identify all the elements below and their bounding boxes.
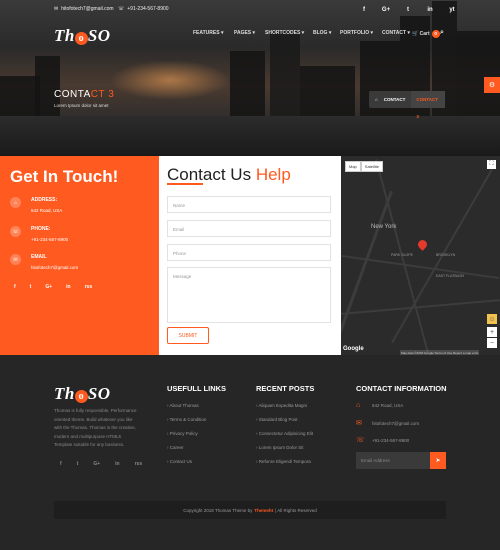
submit-button[interactable]: SUBMIT	[167, 327, 209, 344]
phone-icon: ☏	[356, 437, 365, 444]
zoom-in-button[interactable]: +	[487, 327, 497, 337]
nav-portfolio[interactable]: PORTFOLIO ▾	[340, 30, 373, 36]
facebook-icon[interactable]: f	[14, 284, 16, 290]
recent-post-link[interactable]: › Lorem Ipsum Dolor Sit	[256, 445, 304, 450]
theme-author-link[interactable]: Themeht	[254, 508, 273, 513]
rss-icon[interactable]: rss	[135, 461, 143, 467]
linkedin-icon[interactable]: in	[115, 461, 119, 467]
page-subtitle: Lorem Ipsum dolor sit amet	[54, 103, 109, 108]
footer-phone: ☏ +91-234-567-8900	[356, 437, 410, 444]
footer-email[interactable]: ✉ hitofotech7@gmail.com	[356, 419, 419, 427]
location-icon: ⌂	[356, 402, 361, 409]
youtube-icon[interactable]: yt	[446, 4, 458, 16]
useful-links-heading: USEFULL LINKS	[167, 384, 227, 393]
email-field[interactable]: Email	[167, 220, 331, 237]
contact-info-heading: CONTACT INFORMATION	[356, 384, 447, 393]
recent-post-link[interactable]: › Standard Blog Post	[256, 417, 298, 422]
footer-link[interactable]: › Terms & Condition	[167, 417, 206, 422]
map-panel[interactable]: Map Satellite ⛶ New York PARK SLOPE BROO…	[341, 156, 500, 355]
newsletter-email-input[interactable]: Email Address	[356, 452, 430, 469]
google-plus-icon[interactable]: G+	[93, 461, 100, 467]
heading-underline	[167, 183, 203, 185]
phone-field[interactable]: Phone	[167, 244, 331, 261]
zoom-out-button[interactable]: −	[487, 338, 497, 348]
recent-posts-heading: RECENT POSTS	[256, 384, 315, 393]
touch-email: ✉ EMAIL hitofotech7@gmail.com	[10, 254, 78, 270]
nav-blog[interactable]: BLOG ▾	[313, 30, 331, 36]
top-bar: ✉ hitofotech7@gmail.com ☏ +91-234-567-89…	[0, 0, 500, 20]
linkedin-icon[interactable]: in	[66, 284, 70, 290]
mail-icon: ✉	[10, 254, 21, 265]
footer-logo[interactable]: Th o SO	[54, 384, 111, 404]
footer-address: ⌂ 542 Road, USA	[356, 402, 404, 409]
site-logo[interactable]: Th o SO	[54, 26, 111, 46]
name-field[interactable]: Name	[167, 196, 331, 213]
twitter-icon[interactable]: t	[402, 4, 414, 16]
topbar-phone[interactable]: ☏ +91-234-567-8900	[118, 6, 169, 12]
breadcrumb: ⌂ CONTACT CONTACT 3	[369, 91, 445, 119]
google-plus-icon[interactable]: G+	[45, 284, 52, 290]
map-tab-satellite[interactable]: Satellite	[360, 161, 384, 172]
mail-icon: ✉	[356, 420, 362, 427]
google-logo: Google	[343, 346, 364, 352]
facebook-icon[interactable]: f	[358, 4, 370, 16]
message-field[interactable]: Message	[167, 267, 331, 323]
nav-shortcodes[interactable]: SHORTCODES ▾	[265, 30, 304, 36]
nav-cart[interactable]: 🛒 Cart 0	[412, 30, 440, 38]
linkedin-icon[interactable]: in	[424, 4, 436, 16]
contact-form: Contact Us Help Name Email Phone Message	[159, 156, 341, 355]
recent-post-link[interactable]: › Consectetur Adipisicing Elit	[256, 431, 313, 436]
nav-pages[interactable]: PAGES ▾	[234, 30, 255, 36]
phone-icon: ☏	[10, 226, 21, 237]
nav-contact[interactable]: CONTACT ▾	[382, 30, 410, 36]
topbar-email[interactable]: ✉ hitofotech7@gmail.com	[54, 6, 114, 12]
page-title: CONTACT 3	[54, 89, 115, 100]
touch-heading: Get In Touch!	[10, 167, 119, 186]
google-plus-icon[interactable]: G+	[380, 4, 392, 16]
rss-icon[interactable]: rss	[85, 284, 93, 290]
location-icon: ⌂	[10, 197, 21, 208]
twitter-icon[interactable]: t	[30, 284, 32, 290]
street-view-icon[interactable]: ☺	[487, 314, 497, 324]
home-icon[interactable]: ⌂	[375, 97, 378, 102]
touch-address: ⌂ ADDRESS: 542 Road, USA	[10, 197, 62, 213]
footer-about: Thomas is fully responsible, Performance…	[54, 408, 137, 447]
footer-link[interactable]: › Privacy Policy	[167, 431, 198, 436]
fullscreen-icon[interactable]: ⛶	[487, 160, 496, 169]
breadcrumb-active: CONTACT 3	[411, 91, 445, 119]
nav-features[interactable]: FEATURES ▾	[193, 30, 223, 36]
mail-icon: ✉	[54, 6, 59, 12]
form-heading: Contact Us Help	[167, 165, 291, 184]
map-tab-map[interactable]: Map	[345, 161, 361, 172]
recent-post-link[interactable]: › Aliquam Expedita Magni	[256, 403, 307, 408]
recent-post-link[interactable]: › Refonre Eligendi Tempora	[256, 459, 311, 464]
settings-gear-icon[interactable]: ⚙	[484, 77, 500, 93]
footer-link[interactable]: › Contact Us	[167, 459, 192, 464]
copyright-bar: Copyright 2018 Thomas Theme by Themeht |…	[54, 501, 446, 519]
touch-phone: ☏ PHONE: +91-234-567-8900	[10, 226, 68, 242]
facebook-icon[interactable]: f	[60, 461, 62, 467]
breadcrumb-contact[interactable]: CONTACT	[384, 97, 406, 102]
phone-icon: ☏	[118, 6, 125, 12]
hero-banner	[0, 0, 500, 156]
search-icon[interactable]: ⌕	[440, 29, 444, 37]
send-icon[interactable]: ➤	[430, 452, 446, 469]
footer-link[interactable]: › About Thomas	[167, 403, 199, 408]
twitter-icon[interactable]: t	[77, 461, 79, 467]
footer-link[interactable]: › Career	[167, 445, 184, 450]
